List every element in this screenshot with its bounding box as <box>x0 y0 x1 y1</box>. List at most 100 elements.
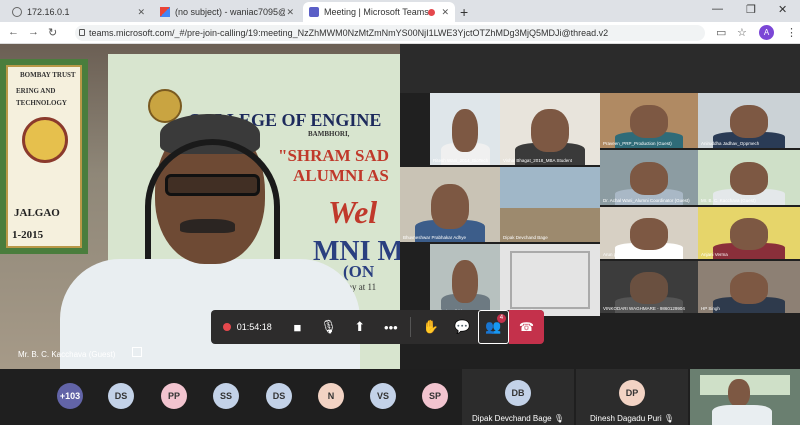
browser-tab-gmail[interactable]: (no subject) - waniac7095@gmai ✕ <box>154 2 300 22</box>
participant-name: Dinesh Dagadu Puri 🎙 <box>590 414 674 423</box>
participant-avatar[interactable]: SS <box>213 383 239 409</box>
tile-label: Vishal Bhagat_2018_MBA Student <box>503 158 572 163</box>
speaker-name: Mr. B. C. Kacchava (Guest) <box>18 350 116 359</box>
camera-blocked-icon[interactable]: ▭ <box>716 26 726 39</box>
lock-icon <box>79 29 85 36</box>
video-tile[interactable]: HP Singh <box>698 261 800 313</box>
participant-avatar[interactable]: DS <box>266 383 292 409</box>
tile-label: Aniruddha Jadhav_Oppmech <box>701 141 760 146</box>
tab-title: 172.16.0.1 <box>27 7 70 17</box>
video-tile[interactable]: Pankaj Padhbhane <box>430 244 500 316</box>
headset-icon <box>145 139 280 259</box>
chat-button[interactable]: 💬 <box>447 310 478 344</box>
globe-icon <box>12 7 22 17</box>
video-tile[interactable]: Ritesh Wani_2014_BioTech <box>430 93 500 165</box>
speaker-glasses <box>165 174 260 196</box>
tile-label: VINKODARI WAGHMARE - 9860129904 <box>603 306 685 311</box>
mic-off-icon: 🎙 <box>553 414 564 423</box>
video-tile[interactable]: Praveen_PRP_Production (Guest) <box>600 93 698 148</box>
url-field[interactable]: teams.microsoft.com/_#/pre-join-calling/… <box>75 25 705 41</box>
tile-label: Dipak Devchand Bage <box>503 235 548 240</box>
tile-label: Bhuvneshwar Prabhakar Adhye <box>403 235 467 240</box>
gmail-icon <box>160 7 170 17</box>
profile-avatar[interactable]: A <box>759 25 774 40</box>
tab-title: (no subject) - waniac7095@gmai <box>175 7 285 17</box>
divider <box>410 317 412 337</box>
participant-avatar: DP <box>619 380 645 406</box>
video-tile[interactable]: Arun pandey <box>600 207 698 259</box>
close-tab-icon[interactable]: ✕ <box>441 7 449 18</box>
show-participants-button[interactable]: 👥 4 <box>477 310 509 344</box>
tile-label: Anjani Verma <box>701 252 728 257</box>
meeting-control-bar: 01:54:18 ■ 🎙 ⬆ ••• ✋ 💬 👥 4 ☎ <box>211 310 544 344</box>
microphone-muted-button[interactable]: 🎙 <box>313 310 344 344</box>
browser-tab-bar: 172.16.0.1 ✕ (no subject) - waniac7095@g… <box>0 0 800 22</box>
video-tile[interactable]: Dr. Achal Wani_Alumni Coordinator (Guest… <box>600 150 698 205</box>
spotlight-icon <box>131 347 142 357</box>
participant-avatar: DB <box>505 380 531 406</box>
banner-text: (ON <box>343 262 375 281</box>
leave-call-button[interactable]: ☎ <box>508 310 544 344</box>
video-tile[interactable]: Venkatesh Kulkarni <box>500 244 600 316</box>
more-actions-button[interactable]: ••• <box>375 310 406 344</box>
url-text: teams.microsoft.com/_#/pre-join-calling/… <box>89 28 609 38</box>
browser-menu-icon[interactable]: ⋮ <box>786 26 797 39</box>
video-tile[interactable]: Bhuvneshwar Prabhakar Adhye <box>400 167 500 242</box>
tile-label: Mr. B. C. Kacchava (Guest) <box>701 198 756 203</box>
self-preview-video[interactable] <box>690 369 800 425</box>
bookmark-star-icon[interactable]: ☆ <box>737 26 747 39</box>
participants-badge: 4 <box>496 314 506 323</box>
new-tab-button[interactable]: + <box>460 4 468 20</box>
camera-toggle-button[interactable]: ■ <box>282 310 313 344</box>
share-screen-button[interactable]: ⬆ <box>344 310 375 344</box>
browser-tab-router[interactable]: 172.16.0.1 ✕ <box>6 2 151 22</box>
participant-avatar[interactable]: PP <box>161 383 187 409</box>
banner-text: JALGAO <box>14 207 60 219</box>
banner-text: 1-2015 <box>12 229 44 241</box>
video-tile[interactable]: Vishal Bhagat_2018_MBA Student <box>500 93 600 165</box>
speaker-mustache <box>180 219 235 233</box>
video-tile[interactable]: Mr. B. C. Kacchava (Guest) <box>698 150 800 205</box>
tile-label: Ritesh Wani_2014_BioTech <box>433 158 489 163</box>
mic-off-icon: 🎙 <box>663 414 674 423</box>
close-window-icon[interactable]: ✕ <box>778 3 787 16</box>
reload-icon[interactable]: ↻ <box>48 26 57 39</box>
tile-label: Praveen_PRP_Production (Guest) <box>603 141 672 146</box>
participant-avatar[interactable]: N <box>318 383 344 409</box>
participant-avatar[interactable]: VS <box>370 383 396 409</box>
banner-text: TECHNOLOGY <box>16 99 67 107</box>
video-tile[interactable]: VINKODARI WAGHMARE - 9860129904 <box>600 261 698 313</box>
browser-address-bar: ← → ↻ teams.microsoft.com/_#/pre-join-ca… <box>0 22 800 44</box>
participant-avatar[interactable]: DS <box>108 383 134 409</box>
back-arrow-icon[interactable]: ← <box>8 26 19 38</box>
tile-label: HP Singh <box>701 306 720 311</box>
close-tab-icon[interactable]: ✕ <box>137 7 145 18</box>
more-participants-chip[interactable]: +103 <box>57 383 83 409</box>
banner-text: Wel <box>328 194 378 230</box>
browser-tab-teams[interactable]: Meeting | Microsoft Teams ✕ <box>303 2 455 22</box>
participant-name: Dipak Devchand Bage 🎙 <box>472 414 564 423</box>
meeting-stage: BOMBAY TRUST ERING AND TECHNOLOGY JALGAO… <box>0 44 800 369</box>
meeting-timer: 01:54:18 <box>236 322 272 332</box>
tile-label: Dr. Achal Wani_Alumni Coordinator (Guest… <box>603 198 690 203</box>
close-tab-icon[interactable]: ✕ <box>286 7 294 18</box>
banner-text: BOMBAY TRUST <box>20 71 76 79</box>
tile-label: Arun pandey <box>603 252 629 257</box>
raise-hand-button[interactable]: ✋ <box>415 310 446 344</box>
participant-avatar[interactable]: SP <box>422 383 448 409</box>
participant-tile[interactable]: DB Dipak Devchand Bage 🎙 <box>462 369 574 425</box>
video-tile[interactable]: Anjani Verma <box>698 207 800 259</box>
teams-icon <box>309 7 319 17</box>
participant-strip: +103 DS PP SS DS N VS SP DB Dipak Devcha… <box>0 369 800 425</box>
recording-indicator-icon <box>223 323 231 331</box>
participant-tile[interactable]: DP Dinesh Dagadu Puri 🎙 <box>576 369 688 425</box>
minimize-window-icon[interactable]: — <box>712 3 723 15</box>
tab-title: Meeting | Microsoft Teams <box>324 7 429 17</box>
banner-text: ERING AND <box>16 87 56 95</box>
video-tile[interactable]: Dipak Devchand Bage <box>500 167 600 242</box>
maximize-window-icon[interactable]: ❐ <box>746 3 756 16</box>
video-tile[interactable]: Aniruddha Jadhav_Oppmech <box>698 93 800 148</box>
speaker-name-tag: Mr. B. C. Kacchava (Guest) <box>18 347 142 359</box>
forward-arrow-icon[interactable]: → <box>28 26 39 38</box>
recording-dot-icon <box>428 8 435 16</box>
